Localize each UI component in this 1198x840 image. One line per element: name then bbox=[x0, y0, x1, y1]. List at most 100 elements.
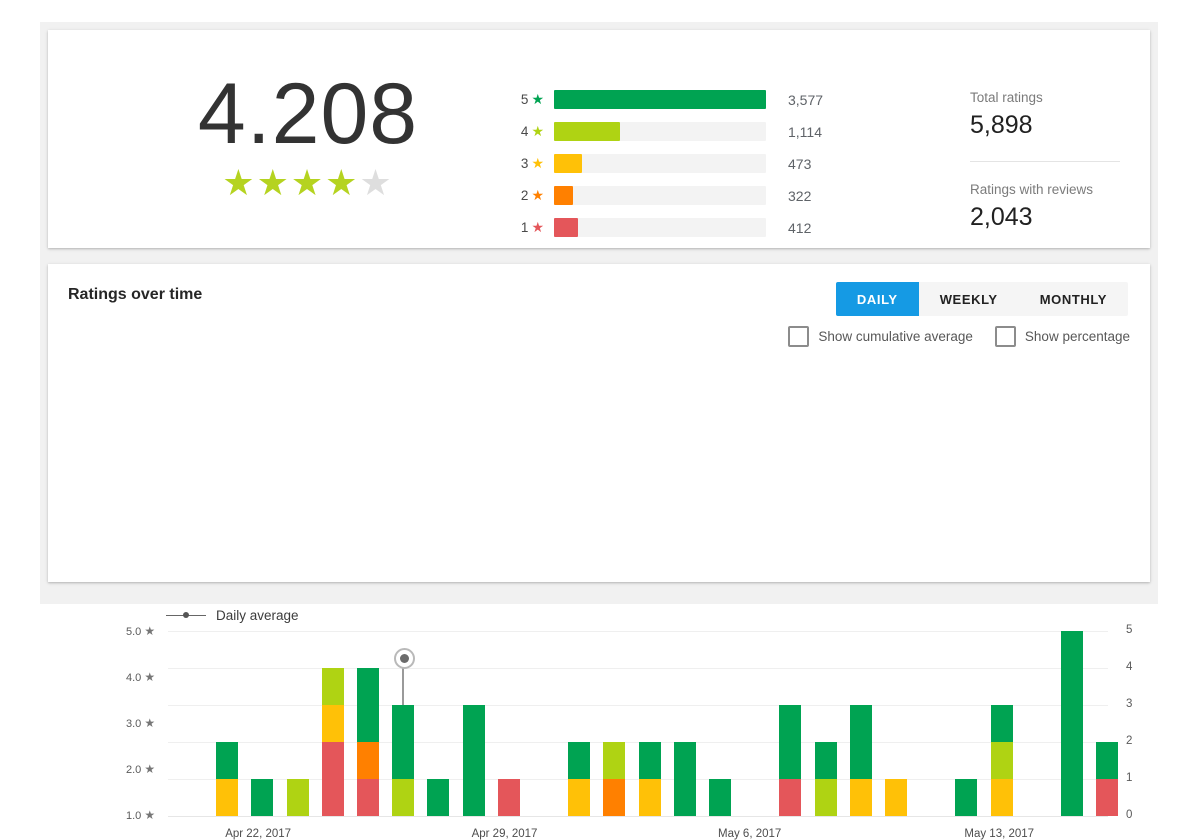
bar-segment-1-star bbox=[357, 779, 379, 816]
bar-segment-5-star bbox=[462, 705, 485, 816]
bar-segment-5-star bbox=[357, 668, 379, 742]
bar-segment-5-star bbox=[638, 742, 661, 779]
bar-segment-5-star bbox=[990, 705, 1013, 742]
rating-bar[interactable] bbox=[568, 631, 591, 816]
distribution-row[interactable]: 4 ★ 1,114 bbox=[510, 118, 850, 145]
bar-segment-3-star bbox=[216, 779, 239, 816]
distribution-count: 412 bbox=[788, 219, 812, 236]
distribution-row[interactable]: 1 ★ 412 bbox=[510, 214, 850, 241]
chart-plot-area[interactable]: 0 1 2 3 4 5 5.0 ★ 4.0 ★ 3.0 ★ 2.0 ★ 1.0 ★ Apr 22, 2… bbox=[48, 264, 1150, 840]
distribution-bar-fill bbox=[554, 90, 766, 109]
bar-segment-5-star bbox=[779, 705, 802, 779]
x-axis-tick-label: Apr 22, 2017 bbox=[225, 828, 292, 840]
y-axis-right-tick: 4 bbox=[1126, 661, 1133, 673]
rating-bar[interactable] bbox=[357, 631, 379, 816]
bar-segment-5-star bbox=[955, 779, 978, 816]
ratings-with-reviews-label: Ratings with reviews bbox=[970, 182, 1094, 197]
distribution-star-label: 4 ★ bbox=[520, 123, 544, 139]
total-ratings-value: 5,898 bbox=[970, 111, 1033, 139]
bar-segment-5-star bbox=[814, 742, 837, 779]
bar-segment-4-star bbox=[321, 668, 344, 705]
rating-bar[interactable] bbox=[955, 631, 978, 816]
ratings-over-time-card: Ratings over time DAILY WEEKLY MONTHLY Sho… bbox=[48, 264, 1150, 840]
rating-bar[interactable] bbox=[709, 631, 731, 816]
distribution-count: 3,577 bbox=[788, 91, 824, 108]
bar-segment-1-star bbox=[321, 742, 344, 816]
bar-segment-5-star bbox=[673, 742, 696, 816]
bar-segment-3-star bbox=[568, 779, 591, 816]
rating-bar[interactable] bbox=[216, 631, 239, 816]
rating-bar[interactable] bbox=[251, 631, 274, 816]
rating-bar[interactable] bbox=[814, 631, 837, 816]
distribution-bar-track bbox=[554, 218, 766, 237]
y-axis-left-tick: 2.0 ★ bbox=[126, 762, 156, 776]
daily-average-line bbox=[48, 264, 1150, 582]
rating-bar[interactable] bbox=[427, 631, 450, 816]
distribution-bar-fill bbox=[554, 218, 579, 237]
score-star-4: ★ bbox=[325, 162, 360, 203]
bar-segment-4-star bbox=[603, 742, 626, 779]
bar-segment-5-star bbox=[709, 779, 731, 816]
legend-label: Daily average bbox=[216, 608, 299, 623]
total-ratings-label: Total ratings bbox=[970, 90, 1043, 105]
rating-bar[interactable] bbox=[286, 631, 309, 816]
rating-bar[interactable] bbox=[673, 631, 696, 816]
y-axis-right-tick: 5 bbox=[1126, 624, 1133, 636]
bar-segment-5-star bbox=[568, 742, 591, 779]
score-star-5: ★ bbox=[359, 162, 394, 203]
bar-segment-3-star bbox=[638, 779, 661, 816]
y-axis-right-tick: 1 bbox=[1126, 772, 1133, 784]
distribution-bar-track bbox=[554, 186, 766, 205]
totals-divider bbox=[970, 161, 1120, 162]
rating-bar[interactable] bbox=[321, 631, 344, 816]
rating-bar[interactable] bbox=[990, 631, 1013, 816]
distribution-star-label: 2 ★ bbox=[520, 187, 544, 203]
rating-bar[interactable] bbox=[1061, 631, 1083, 816]
bar-segment-3-star bbox=[321, 705, 344, 742]
y-axis-left-tick: 1.0 ★ bbox=[126, 808, 156, 822]
bar-segment-3-star bbox=[990, 779, 1013, 816]
ratings-with-reviews-value: 2,043 bbox=[970, 203, 1033, 231]
distribution-bar-track bbox=[554, 90, 766, 109]
distribution-star-label: 3 ★ bbox=[520, 155, 544, 171]
bar-segment-1-star bbox=[497, 779, 520, 816]
distribution-star-label: 5 ★ bbox=[520, 91, 544, 107]
average-score-stars: ★★★★★ bbox=[158, 164, 458, 202]
rating-bar[interactable] bbox=[849, 631, 872, 816]
rating-bar[interactable] bbox=[1096, 631, 1119, 816]
bar-segment-4-star bbox=[392, 779, 415, 816]
y-axis-right-tick: 2 bbox=[1126, 735, 1133, 747]
chart-legend: Daily average bbox=[166, 608, 299, 623]
distribution-count: 1,114 bbox=[788, 123, 822, 140]
daily-average-line-icon bbox=[166, 611, 206, 621]
bar-segment-5-star bbox=[427, 779, 450, 816]
distribution-row[interactable]: 2 ★ 322 bbox=[510, 182, 850, 209]
distribution-count: 322 bbox=[788, 187, 812, 204]
y-axis-left-tick: 3.0 ★ bbox=[126, 716, 156, 730]
selected-point-stem bbox=[402, 666, 405, 705]
bar-segment-5-star bbox=[251, 779, 274, 816]
rating-bar[interactable] bbox=[638, 631, 661, 816]
bar-segment-3-star bbox=[885, 779, 907, 816]
distribution-bar-fill bbox=[554, 122, 621, 141]
rating-bar[interactable] bbox=[497, 631, 520, 816]
bar-segment-5-star bbox=[392, 705, 415, 779]
bar-segment-1-star bbox=[779, 779, 802, 816]
y-axis-right-tick: 3 bbox=[1126, 698, 1133, 710]
distribution-bar-track bbox=[554, 122, 766, 141]
rating-bar[interactable] bbox=[603, 631, 626, 816]
totals-block: Total ratings 5,898 Ratings with reviews… bbox=[970, 88, 1150, 233]
rating-distribution: 5 ★ 3,577 4 ★ 1,114 3 ★ 473 2 ★ 322 1 ★ 412 bbox=[510, 86, 850, 246]
y-axis-left-tick: 4.0 ★ bbox=[126, 670, 156, 684]
distribution-row[interactable]: 5 ★ 3,577 bbox=[510, 86, 850, 113]
score-star-1: ★ bbox=[222, 162, 257, 203]
average-score-value: 4.208 bbox=[197, 66, 419, 162]
rating-bar[interactable] bbox=[885, 631, 907, 816]
y-axis-left-tick: 5.0 ★ bbox=[126, 624, 156, 638]
rating-bar[interactable] bbox=[779, 631, 802, 816]
distribution-row[interactable]: 3 ★ 473 bbox=[510, 150, 850, 177]
y-axis-right-tick: 0 bbox=[1126, 809, 1133, 821]
rating-bar[interactable] bbox=[462, 631, 485, 816]
bar-segment-4-star bbox=[814, 779, 837, 816]
score-star-3: ★ bbox=[290, 162, 326, 203]
